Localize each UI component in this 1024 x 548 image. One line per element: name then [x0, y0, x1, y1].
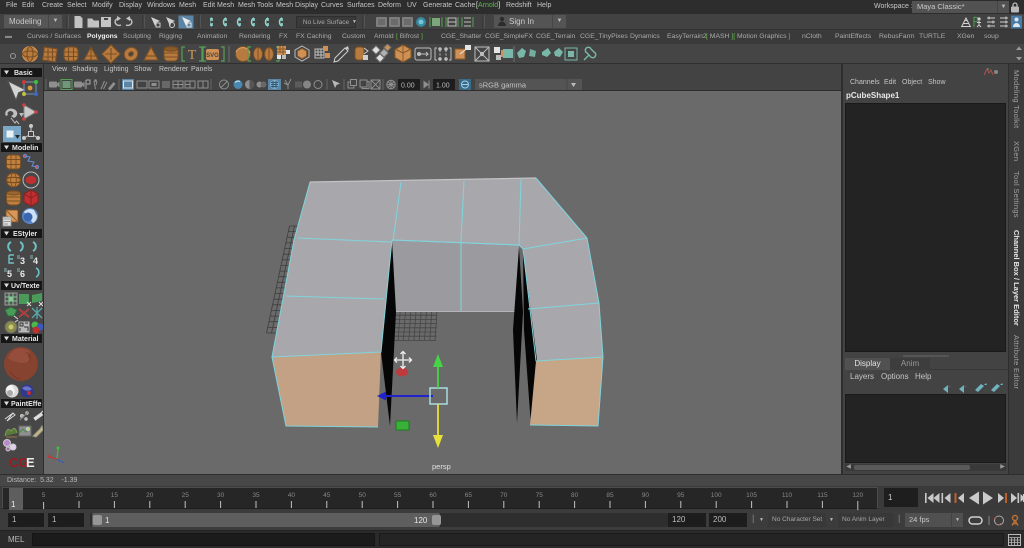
- svg-text:105: 105: [746, 492, 757, 499]
- svg-text:T: T: [188, 48, 197, 63]
- svg-text:70: 70: [500, 492, 508, 499]
- svg-text:3: 3: [20, 256, 25, 266]
- svg-text:Uv/Texte: Uv/Texte: [11, 283, 40, 290]
- svg-text:Basic: Basic: [14, 70, 33, 77]
- svg-text:6: 6: [20, 269, 25, 279]
- svg-text:10: 10: [75, 492, 83, 499]
- svg-text:85: 85: [606, 492, 614, 499]
- svg-text:0.00: 0.00: [401, 83, 415, 90]
- svg-text:110: 110: [782, 492, 793, 499]
- svg-text:45: 45: [323, 492, 331, 499]
- svg-text:PaintEffe: PaintEffe: [11, 401, 41, 408]
- svg-text:60: 60: [429, 492, 437, 499]
- svg-text:SVG: SVG: [206, 53, 219, 59]
- svg-text:sRGB gamma: sRGB gamma: [479, 81, 527, 90]
- svg-text:persp: persp: [432, 462, 451, 471]
- svg-text:40: 40: [288, 492, 296, 499]
- svg-text:80: 80: [571, 492, 579, 499]
- svg-text:115: 115: [817, 492, 828, 499]
- svg-text:Modelin: Modelin: [12, 145, 38, 152]
- svg-text:75: 75: [536, 492, 544, 499]
- svg-text:5: 5: [42, 492, 46, 499]
- svg-text:95: 95: [677, 492, 685, 499]
- svg-text:35: 35: [252, 492, 260, 499]
- svg-text:1.00: 1.00: [436, 83, 450, 90]
- svg-text:100: 100: [711, 492, 722, 499]
- svg-text:Material: Material: [12, 336, 39, 343]
- svg-text:EStyler: EStyler: [13, 231, 37, 238]
- svg-text:20: 20: [146, 492, 154, 499]
- svg-text:5: 5: [7, 269, 12, 279]
- svg-text:15: 15: [111, 492, 119, 499]
- svg-text:55: 55: [394, 492, 402, 499]
- svg-text:50: 50: [359, 492, 367, 499]
- svg-text:30: 30: [217, 492, 225, 499]
- svg-text:1: 1: [11, 500, 16, 509]
- svg-text:65: 65: [465, 492, 473, 499]
- svg-text:4: 4: [33, 256, 38, 266]
- svg-text:120: 120: [852, 492, 863, 499]
- svg-text:25: 25: [182, 492, 190, 499]
- svg-text:E: E: [26, 455, 35, 470]
- svg-text:90: 90: [642, 492, 650, 499]
